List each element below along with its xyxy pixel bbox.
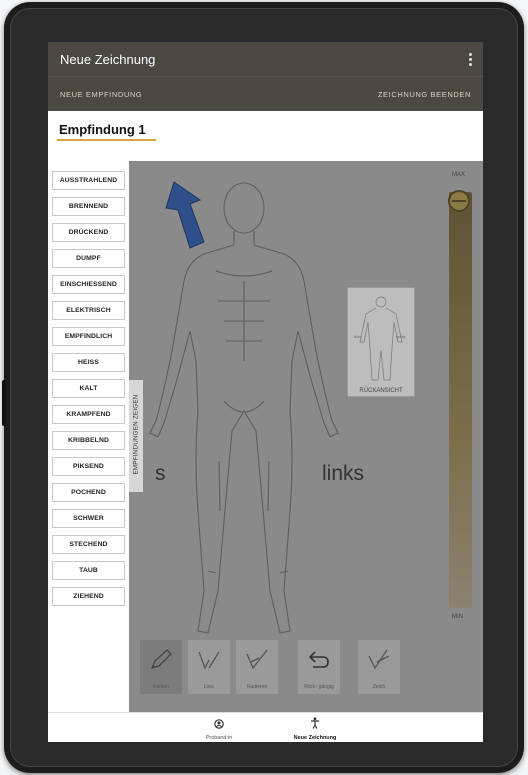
side-label-right: links xyxy=(322,462,365,485)
sensation-item[interactable]: KRAMPFEND xyxy=(52,405,125,424)
pencil-line-icon xyxy=(198,651,220,670)
intensity-max-label: MAX xyxy=(452,172,466,178)
sensation-item[interactable]: AUSSTRAHLEND xyxy=(52,171,125,190)
back-figure-mini: links rechts xyxy=(354,296,406,381)
tool-color-label: Färben xyxy=(153,684,169,690)
sensation-tab-row: Empfindung 1 xyxy=(48,111,483,161)
undo-icon xyxy=(308,651,329,668)
nav-proband-label: Proband:in xyxy=(205,735,233,741)
end-drawing-button[interactable]: ZEICHNUNG BEENDEN xyxy=(378,90,471,99)
tool-undo-button[interactable]: Rück- gängig xyxy=(298,640,340,694)
new-sensation-button[interactable]: NEUE EMPFINDUNG xyxy=(60,90,142,99)
back-view-thumbnail[interactable]: links rechts RÜCKANSICHT xyxy=(347,287,415,397)
sensation-item[interactable]: EMPFINDLICH xyxy=(52,327,125,346)
tool-undo-label: Rück- gängig xyxy=(304,684,334,690)
tool-draw-label: Zeich xyxy=(372,684,386,690)
tab-sensation-1[interactable]: Empfindung 1 xyxy=(59,122,146,137)
intensity-slider-track[interactable] xyxy=(449,192,472,608)
pencil-check-icon xyxy=(368,649,390,670)
sensation-item[interactable]: KRIBBELND xyxy=(52,431,125,450)
tablet-side-button xyxy=(2,380,6,426)
app-screen: Neue Zeichnung NEUE EMPFINDUNG ZEICHNUNG… xyxy=(48,42,483,742)
sensation-drawer: AUSSTRAHLEND BRENNEND DRÜCKEND DUMPF EIN… xyxy=(48,161,129,712)
intensity-min-label: MIN xyxy=(452,614,463,620)
app-title: Neue Zeichnung xyxy=(60,52,156,67)
sensation-item[interactable]: STECHEND xyxy=(52,535,125,554)
tool-line-button[interactable]: Linie xyxy=(188,640,230,694)
tool-eraser-label: Radieren xyxy=(246,684,268,690)
arrow-annotation xyxy=(165,181,205,249)
tool-line-label: Linie xyxy=(203,684,215,690)
sensation-item[interactable]: HEISS xyxy=(52,353,125,372)
tab-indicator xyxy=(57,139,156,141)
bottom-navigation: Proband:in Neue Zeichnung xyxy=(48,712,483,742)
intensity-slider-thumb[interactable] xyxy=(448,190,470,212)
nav-new-drawing-label: Neue Zeichnung xyxy=(293,735,337,741)
page: Neue Zeichnung NEUE EMPFINDUNG ZEICHNUNG… xyxy=(0,0,528,775)
sensation-item[interactable]: BRENNEND xyxy=(52,197,125,216)
back-mini-left-label: links xyxy=(354,335,361,339)
tool-eraser-button[interactable]: Radieren xyxy=(236,640,278,694)
show-sensations-label: EMPFINDUNGEN ZEIGEN xyxy=(132,394,140,475)
sensation-item[interactable]: DRÜCKEND xyxy=(52,223,125,242)
eraser-icon xyxy=(246,649,268,670)
app-bar: Neue Zeichnung xyxy=(48,42,483,76)
sensation-item[interactable]: SCHWER xyxy=(52,509,125,528)
sensation-item[interactable]: KALT xyxy=(52,379,125,398)
sensation-item[interactable]: PIKSEND xyxy=(52,457,125,476)
figure-icon xyxy=(311,717,319,729)
action-bar: NEUE EMPFINDUNG ZEICHNUNG BEENDEN xyxy=(48,76,483,112)
back-mini-right-label: rechts xyxy=(396,335,406,339)
pencil-icon xyxy=(150,649,172,670)
account-icon xyxy=(214,719,224,729)
sensation-item[interactable]: ZIEHEND xyxy=(52,587,125,606)
nav-proband[interactable]: Proband:in xyxy=(174,716,264,741)
more-vertical-icon[interactable] xyxy=(465,51,475,67)
sensation-item[interactable]: ELEKTRISCH xyxy=(52,301,125,320)
tool-color-button[interactable]: Färben xyxy=(140,640,182,694)
sensation-item[interactable]: TAUB xyxy=(52,561,125,580)
sensation-item[interactable]: EINSCHIESSEND xyxy=(52,275,125,294)
nav-new-drawing[interactable]: Neue Zeichnung xyxy=(270,716,360,741)
sensation-item[interactable]: DUMPF xyxy=(52,249,125,268)
side-label-left: s xyxy=(155,462,166,485)
tool-draw-button[interactable]: Zeich xyxy=(358,640,400,694)
back-view-label: RÜCKANSICHT xyxy=(359,388,403,394)
show-sensations-toggle[interactable]: EMPFINDUNGEN ZEIGEN xyxy=(129,380,143,492)
sensation-item[interactable]: POCHEND xyxy=(52,483,125,502)
